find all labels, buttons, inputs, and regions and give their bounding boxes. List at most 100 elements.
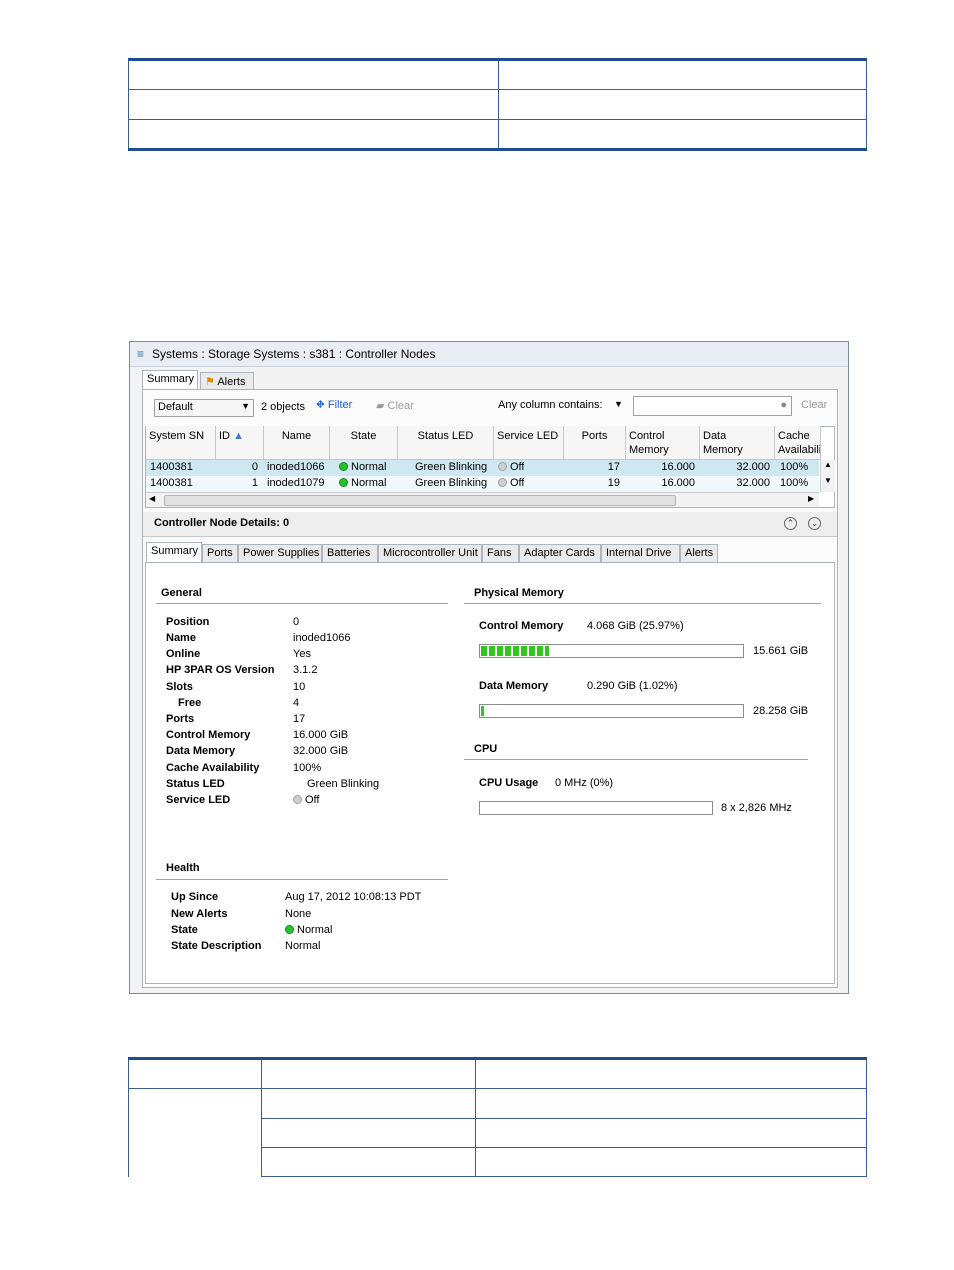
value-control-memory: 16.000 GiB (293, 729, 349, 741)
row0-id: 0 (251, 461, 258, 473)
row1-name: inoded1079 (267, 477, 325, 489)
label-cache-availability: Cache Availability (166, 762, 260, 774)
scroll-thumb[interactable] (164, 495, 676, 506)
cpu-usage-value: 0 MHz (0%) (555, 777, 614, 789)
tab-summary-top[interactable]: Summary (142, 370, 198, 390)
physical-memory-divider (464, 603, 821, 605)
value-up-since: Aug 17, 2012 10:08:13 PDT (285, 891, 422, 903)
tab-internal-drive[interactable]: Internal Drive (601, 544, 680, 562)
label-state: State (171, 924, 198, 936)
row0-state: Normal (339, 460, 386, 475)
label-slots: Slots (166, 681, 193, 693)
data-memory-label: Data Memory (479, 680, 549, 692)
tab-summary[interactable]: Summary (146, 542, 202, 562)
row0-cache: 100% (780, 461, 809, 473)
scroll-right-icon[interactable]: ▶ (808, 494, 814, 503)
label-data-memory: Data Memory (166, 745, 236, 757)
tab-alerts-top[interactable]: ⚑ Alerts (200, 372, 254, 390)
grid-horizontal-scrollbar[interactable]: ◀ ▶ (146, 492, 819, 507)
eraser-icon: ▰ (376, 400, 385, 412)
value-slots: 10 (293, 681, 306, 693)
label-free: Free (178, 697, 202, 709)
row0-service-led: Off (498, 460, 524, 475)
tab-alerts[interactable]: Alerts (680, 544, 718, 562)
filter-button[interactable]: ⛖ Filter (316, 399, 352, 412)
label-control-memory: Control Memory (166, 729, 251, 741)
led-off-icon (293, 795, 302, 804)
doc-table-bottom (128, 1057, 867, 1177)
label-online: Online (166, 648, 201, 660)
search-clear-button[interactable]: Clear (801, 399, 827, 411)
tab-batteries[interactable]: Batteries (322, 544, 378, 562)
title-bar: ≡ Systems : Storage Systems : s381 : Con… (130, 342, 848, 367)
col-header-name[interactable]: Name (264, 426, 330, 460)
cpu-usage-label: CPU Usage (479, 777, 539, 789)
tab-adapter-cards[interactable]: Adapter Cards (519, 544, 601, 562)
row0-control-mem: 16.000 (661, 461, 695, 473)
col-header-system-sn[interactable]: System SN (146, 426, 216, 460)
col-header-state[interactable]: State (330, 426, 398, 460)
row0-data-mem: 32.000 (736, 461, 770, 473)
systems-icon: ≡ (137, 347, 145, 361)
control-memory-label: Control Memory (479, 620, 564, 632)
cpu-divider (464, 759, 808, 761)
col-header-id[interactable]: ID ▲ (216, 426, 264, 460)
row1-state: Normal (339, 476, 386, 491)
value-status-led: Green Blinking (307, 778, 380, 790)
label-new-alerts: New Alerts (171, 908, 228, 920)
search-input[interactable]: ● (633, 396, 792, 416)
label-os-version: HP 3PAR OS Version (166, 664, 275, 676)
col-header-ports[interactable]: Ports (564, 426, 626, 460)
status-green-icon (339, 478, 348, 487)
control-memory-bar (479, 644, 744, 658)
data-memory-total: 28.258 GiB (753, 705, 809, 717)
expand-down-icon[interactable]: ⌄ (808, 517, 821, 530)
value-name: inoded1066 (293, 632, 351, 644)
row1-status-led: Green Blinking (415, 477, 488, 489)
row1-ports: 19 (607, 477, 620, 489)
tab-ports[interactable]: Ports (202, 544, 238, 562)
tab-microcontroller-unit[interactable]: Microcontroller Unit (378, 544, 482, 562)
tab-power-supplies[interactable]: Power Supplies (238, 544, 322, 562)
row0-name: inoded1066 (267, 461, 325, 473)
clear-filter-button[interactable]: ▰ Clear (376, 399, 414, 412)
value-state: Normal (285, 924, 332, 936)
row1-service-led: Off (498, 476, 524, 491)
row0-status-led: Green Blinking (415, 461, 488, 473)
cpu-usage-bar (479, 801, 713, 815)
search-scope-dropdown[interactable]: ▼ (614, 399, 623, 409)
value-online: Yes (293, 648, 311, 660)
scroll-up-icon[interactable]: ▲ (824, 460, 832, 469)
status-green-icon (339, 462, 348, 471)
col-header-cache-availability[interactable]: Cache Availabili (775, 426, 821, 460)
view-select[interactable]: Default ▼ (154, 399, 254, 417)
doc-table-top (128, 58, 867, 151)
row0-ports: 17 (607, 461, 620, 473)
scroll-left-icon[interactable]: ◀ (149, 494, 155, 503)
control-memory-bar-fill (481, 646, 549, 656)
scroll-down-icon[interactable]: ▼ (824, 476, 832, 485)
col-header-service-led[interactable]: Service LED (494, 426, 564, 460)
details-header: Controller Node Details: 0 (154, 517, 290, 529)
value-data-memory: 32.000 GiB (293, 745, 349, 757)
value-new-alerts: None (285, 908, 312, 920)
physical-memory-title: Physical Memory (474, 587, 564, 599)
status-green-icon (285, 925, 294, 934)
health-divider (156, 879, 448, 881)
value-cache-availability: 100% (293, 762, 322, 774)
grid-vertical-scrollbar[interactable]: ▲ ▼ (820, 460, 835, 492)
col-header-data-memory[interactable]: Data Memory (GiB) (700, 426, 775, 460)
collapse-up-icon[interactable]: ⌃ (784, 517, 797, 530)
label-service-led: Service LED (166, 794, 231, 806)
tab-fans[interactable]: Fans (482, 544, 519, 562)
chevron-down-icon: ▼ (241, 401, 250, 411)
value-service-led: Off (293, 794, 319, 806)
row1-data-mem: 32.000 (736, 477, 770, 489)
label-position: Position (166, 616, 210, 628)
search-label: Any column contains: (498, 399, 603, 411)
col-header-control-memory[interactable]: Control Memory (GiB) (626, 426, 700, 460)
value-free: 4 (293, 697, 300, 709)
col-header-status-led[interactable]: Status LED (398, 426, 494, 460)
row1-cache: 100% (780, 477, 809, 489)
search-icon: ● (780, 399, 787, 411)
